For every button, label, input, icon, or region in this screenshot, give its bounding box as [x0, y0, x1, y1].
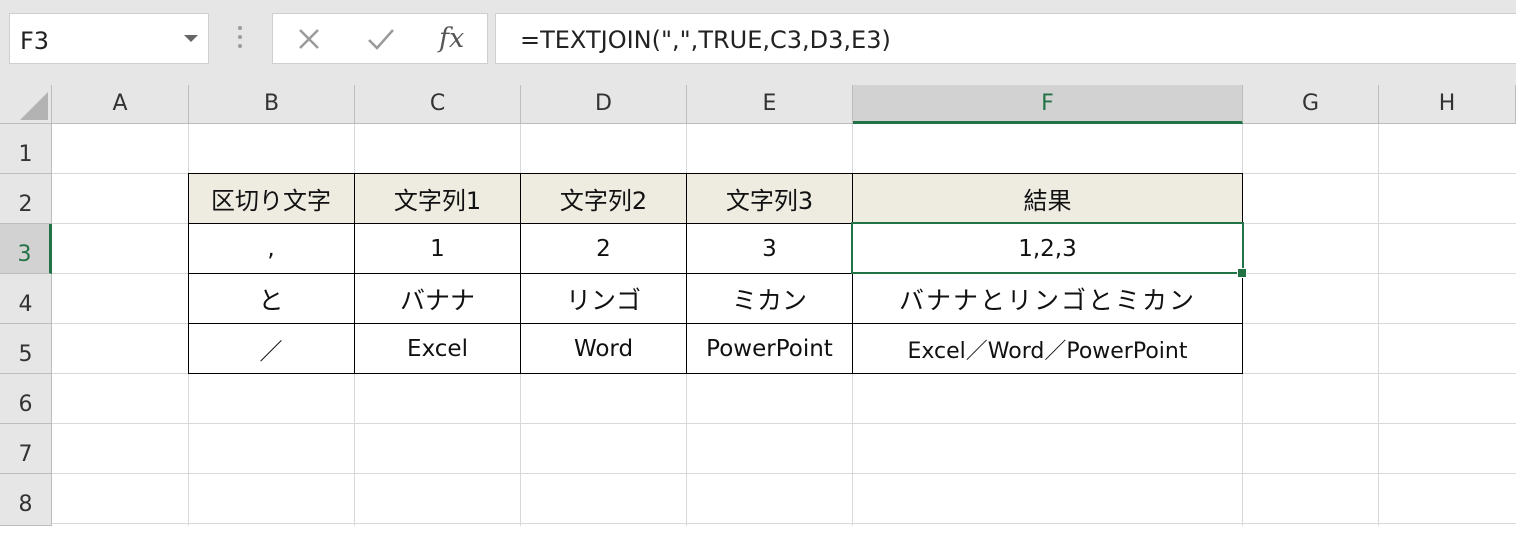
cell-f4[interactable]: バナナとリンゴとミカン [853, 274, 1243, 324]
cell-b4[interactable]: と [188, 274, 355, 324]
row-header-1[interactable]: 1 [0, 124, 52, 174]
column-header-a[interactable]: A [52, 85, 189, 123]
cell-e4[interactable]: ミカン [687, 274, 853, 324]
column-header-c[interactable]: C [355, 85, 521, 123]
cell-e3[interactable]: 3 [687, 224, 853, 274]
chevron-down-icon[interactable] [184, 35, 198, 42]
cell-f3[interactable]: 1,2,3 [853, 224, 1243, 274]
cell-f2[interactable]: 結果 [853, 173, 1243, 224]
row-header-2[interactable]: 2 [0, 174, 52, 224]
row-header-7[interactable]: 7 [0, 424, 52, 474]
cell-d5[interactable]: Word [521, 324, 687, 374]
cell-c2[interactable]: 文字列1 [355, 173, 521, 224]
name-box-value: F3 [20, 27, 50, 55]
row-header-3[interactable]: 3 [0, 224, 52, 274]
cell-c3[interactable]: 1 [355, 224, 521, 274]
column-header-g[interactable]: G [1243, 85, 1379, 123]
cell-e2[interactable]: 文字列3 [687, 173, 853, 224]
row-header-6[interactable]: 6 [0, 374, 52, 424]
fill-handle[interactable] [1237, 268, 1247, 278]
column-header-f[interactable]: F [853, 85, 1243, 124]
cell-e5[interactable]: PowerPoint [687, 324, 853, 374]
row-header-8[interactable]: 8 [0, 474, 52, 526]
row-header-5[interactable]: 5 [0, 324, 52, 374]
formula-bar-area: F3 fx =TEXTJOIN(",",TRUE,C3,D3,E3) [0, 0, 1516, 85]
drag-handle-icon[interactable] [236, 26, 244, 52]
cell-b2[interactable]: 区切り文字 [188, 173, 355, 224]
name-box[interactable]: F3 [9, 13, 209, 64]
formula-buttons: fx [272, 13, 488, 64]
close-icon[interactable] [281, 14, 341, 63]
cell-c4[interactable]: バナナ [355, 274, 521, 324]
cell-b3[interactable]: , [188, 224, 355, 274]
column-header-d[interactable]: D [521, 85, 687, 123]
cell-d4[interactable]: リンゴ [521, 274, 687, 324]
checkmark-icon[interactable] [351, 14, 411, 63]
cell-c5[interactable]: Excel [355, 324, 521, 374]
cell-d3[interactable]: 2 [521, 224, 687, 274]
function-icon[interactable]: fx [439, 23, 464, 54]
cell-b5[interactable]: ／ [188, 324, 355, 374]
cell-f5[interactable]: Excel／Word／PowerPoint [853, 324, 1243, 374]
cell-d2[interactable]: 文字列2 [521, 173, 687, 224]
formula-input[interactable]: =TEXTJOIN(",",TRUE,C3,D3,E3) [495, 13, 1516, 64]
column-header-h[interactable]: H [1379, 85, 1516, 123]
column-header-b[interactable]: B [189, 85, 355, 123]
column-header-e[interactable]: E [687, 85, 853, 123]
row-header-4[interactable]: 4 [0, 274, 52, 324]
formula-text: =TEXTJOIN(",",TRUE,C3,D3,E3) [520, 26, 891, 54]
select-all-button[interactable] [0, 85, 52, 123]
column-header-bar: A B C D E F G H [0, 85, 1516, 124]
